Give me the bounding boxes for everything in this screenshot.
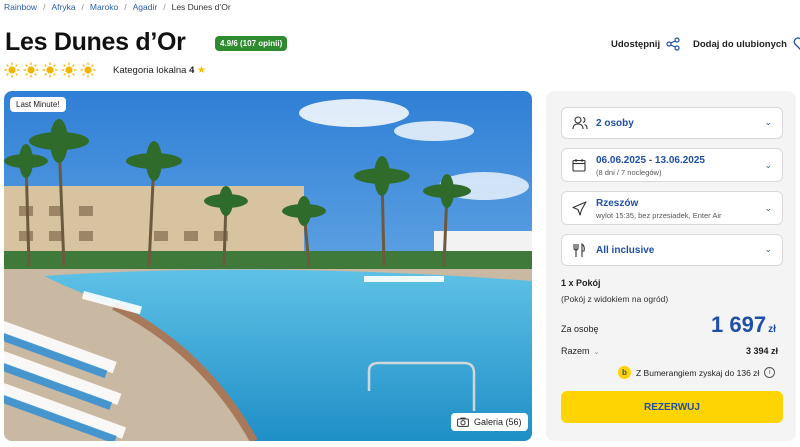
bumerang-promo: b Z Bumerangiem zyskaj do 136 zł i <box>618 366 776 379</box>
chevron-down-icon: ⌄ <box>764 117 772 127</box>
breadcrumb-link-afryka[interactable]: Afryka <box>51 2 75 12</box>
category-value: 4 <box>189 65 195 76</box>
chevron-down-icon: ⌄ <box>764 244 772 254</box>
rating-badge[interactable]: 4.9/6 (107 opinii) <box>215 36 288 51</box>
room-type: (Pokój z widokiem na ogród) <box>561 294 669 304</box>
chevron-down-icon: ⌄ <box>764 160 772 170</box>
price-per-person: 1 697 zł <box>711 312 776 338</box>
gallery-label: Galeria (56) <box>474 417 522 427</box>
camera-icon <box>457 417 469 427</box>
hotel-title: Les Dunes d’Or <box>5 28 186 56</box>
rooms-count: 1 x Pokój <box>561 278 601 288</box>
promo-text: Z Bumerangiem zyskaj do 136 zł <box>636 367 760 378</box>
local-category: Kategoria lokalna 4 ★ <box>113 65 206 76</box>
date-selector[interactable]: 06.06.2025 - 13.06.2025 (8 dni / 7 nocle… <box>561 148 783 182</box>
persons-selector[interactable]: 2 osoby ⌄ <box>561 107 783 139</box>
price-value: 1 697 <box>711 312 767 337</box>
breadcrumb-separator: / <box>81 2 84 12</box>
per-person-label: Za osobę <box>561 324 599 334</box>
chevron-down-icon: ⌄ <box>593 349 600 356</box>
share-button[interactable]: Udostępnij <box>611 37 680 51</box>
share-label: Udostępnij <box>611 38 661 50</box>
chevron-down-icon: ⌄ <box>764 203 772 213</box>
sun-icon <box>23 62 39 78</box>
total-label: Razem <box>561 346 590 356</box>
heart-icon <box>793 37 800 50</box>
sun-icon <box>4 62 20 78</box>
breadcrumb-separator: / <box>163 2 166 12</box>
booking-panel <box>546 91 796 441</box>
breadcrumb-current: Les Dunes d’Or <box>171 2 231 12</box>
dates-sub: (8 dni / 7 noclegów) <box>596 168 662 177</box>
price-currency: zł <box>768 324 776 335</box>
sun-icon <box>61 62 77 78</box>
pool-scene-image <box>4 91 532 441</box>
breadcrumb-separator: / <box>124 2 127 12</box>
departure-sub: wylot 15:35, bez przesiadek, Enter Air <box>596 211 722 220</box>
breadcrumb-separator: / <box>43 2 46 12</box>
sun-icon <box>42 62 58 78</box>
total-toggle[interactable]: Razem ⌄ <box>561 346 599 356</box>
breadcrumb-link-rainbow[interactable]: Rainbow <box>4 2 37 12</box>
sun-rating <box>4 62 96 78</box>
total-price: 3 394 zł <box>746 346 779 356</box>
cutlery-icon <box>573 243 585 257</box>
persons-value: 2 osoby <box>596 118 634 129</box>
people-icon <box>572 116 588 130</box>
departure-selector[interactable]: Rzeszów wylot 15:35, bez przesiadek, Ent… <box>561 191 783 225</box>
departure-value: Rzeszów <box>596 198 639 209</box>
board-selector[interactable]: All inclusive ⌄ <box>561 234 783 266</box>
category-label: Kategoria lokalna <box>113 65 187 76</box>
calendar-icon <box>572 159 586 172</box>
share-icon <box>666 37 680 51</box>
reserve-button[interactable]: REZERWUJ <box>561 391 783 423</box>
star-icon: ★ <box>197 65 206 76</box>
gallery-button[interactable]: Galeria (56) <box>451 413 528 431</box>
hotel-photo[interactable] <box>4 91 532 441</box>
dates-value: 06.06.2025 - 13.06.2025 <box>596 155 705 166</box>
breadcrumb: Rainbow / Afryka / Maroko / Agadir / Les Dun… <box>4 2 231 12</box>
bumerang-icon: b <box>618 366 631 379</box>
favorite-label: Dodaj do ulubionych <box>693 38 787 50</box>
info-icon[interactable]: i <box>764 367 776 378</box>
favorite-button[interactable]: Dodaj do ulubionych <box>693 37 800 51</box>
breadcrumb-link-agadir[interactable]: Agadir <box>133 2 158 12</box>
breadcrumb-link-maroko[interactable]: Maroko <box>90 2 118 12</box>
board-value: All inclusive <box>596 245 655 256</box>
last-minute-badge: Last Minute! <box>10 97 66 112</box>
sun-icon <box>80 62 96 78</box>
plane-icon <box>572 201 587 216</box>
